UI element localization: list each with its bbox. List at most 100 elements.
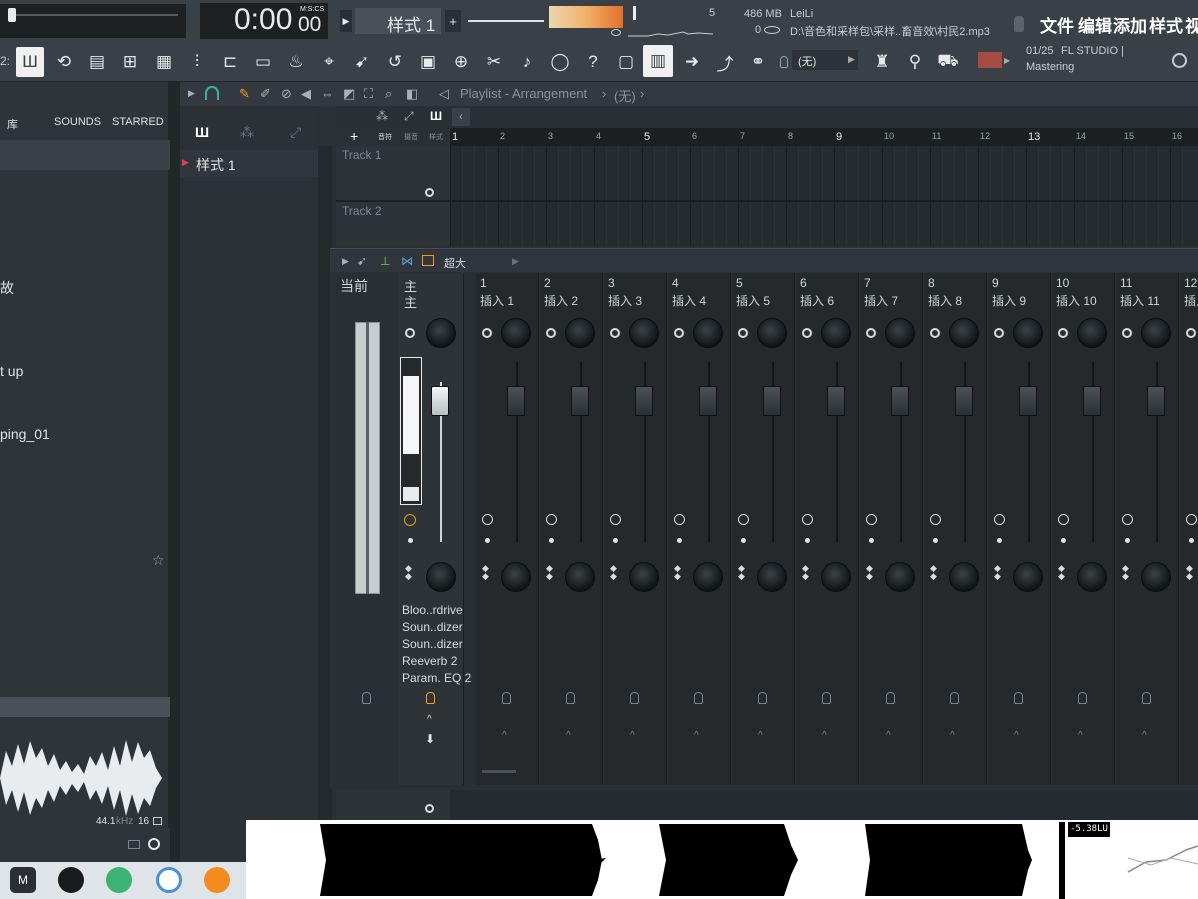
insert-stereo-icon[interactable]: ◆ ◆ (1122, 564, 1129, 581)
insert-clock-icon[interactable] (610, 514, 621, 525)
microphone-icon[interactable]: ♪ (513, 47, 541, 77)
insert-volume-fader[interactable] (1019, 386, 1037, 416)
add-track-button[interactable]: + (350, 128, 358, 144)
insert-pan-knob[interactable] (821, 318, 851, 348)
insert-stereo-knob[interactable] (1077, 562, 1107, 592)
insert-dot[interactable] (1125, 538, 1130, 543)
keyboard-icon[interactable]: ▥ (643, 45, 673, 77)
insert-pan-knob[interactable] (1077, 318, 1107, 348)
browser-splitter[interactable] (168, 82, 180, 862)
insert-pan-knob[interactable] (693, 318, 723, 348)
volume-knob[interactable] (8, 8, 16, 22)
wechat-icon[interactable] (106, 867, 132, 893)
insert-clock-icon[interactable] (1186, 514, 1197, 525)
insert-dot[interactable] (933, 538, 938, 543)
insert-stereo-icon[interactable]: ◆ ◆ (482, 564, 489, 581)
fl-studio-taskbar-icon[interactable] (204, 867, 230, 893)
insert-volume-fader[interactable] (1083, 386, 1101, 416)
menu-edit[interactable]: 编辑 (1078, 12, 1112, 37)
insert-stereo-knob[interactable] (1013, 562, 1043, 592)
insert-stereo-knob[interactable] (501, 562, 531, 592)
audio-app-icon[interactable]: M (10, 867, 36, 893)
browser-highlight-row[interactable] (0, 140, 170, 170)
insert-volume-fader[interactable] (955, 386, 973, 416)
mixer-layout-icon[interactable] (422, 255, 434, 266)
select-icon[interactable]: ⛶ (364, 86, 373, 102)
mute-icon[interactable]: ◀ (301, 86, 311, 102)
insert-strip[interactable] (796, 273, 859, 785)
track-2-label[interactable]: Track 2 (342, 204, 382, 218)
insert-route-icon[interactable]: ^ (694, 730, 699, 741)
insert-stereo-icon[interactable]: ◆ ◆ (610, 564, 617, 581)
insert-enable-led[interactable] (994, 328, 1004, 338)
browser-item[interactable]: t up (0, 363, 23, 379)
insert-dot[interactable] (613, 538, 618, 543)
insert-volume-fader[interactable] (571, 386, 589, 416)
insert-record-icon[interactable] (1142, 692, 1151, 704)
insert-clock-icon[interactable] (674, 514, 685, 525)
insert-strip[interactable] (988, 273, 1051, 785)
pencil-icon[interactable]: ✎ (239, 86, 250, 102)
insert-stereo-icon[interactable]: ◆ ◆ (674, 564, 681, 581)
insert-enable-led[interactable] (546, 328, 556, 338)
save-button[interactable]: ▣ (414, 47, 442, 77)
insert-stereo-knob[interactable] (821, 562, 851, 592)
playback-icon[interactable]: ◧ (406, 86, 418, 102)
master-stereo-knob[interactable] (426, 562, 456, 592)
audio-tool-icon[interactable]: ⁂ (376, 109, 388, 123)
insert-dot[interactable] (485, 538, 490, 543)
insert-record-icon[interactable] (694, 692, 703, 704)
insert-record-icon[interactable] (1078, 692, 1087, 704)
globe-icon[interactable] (1172, 53, 1187, 68)
insert-clock-icon[interactable] (1058, 514, 1069, 525)
insert-enable-led[interactable] (738, 328, 748, 338)
automation-clip-icon[interactable]: ⤢ (290, 124, 301, 141)
star-icon[interactable]: ☆ (152, 552, 165, 569)
insert-clock-icon[interactable] (1122, 514, 1133, 525)
fx-slot-5[interactable]: Param. EQ 2 (402, 671, 471, 685)
magnet-icon[interactable] (780, 56, 788, 68)
insert-record-icon[interactable] (822, 692, 831, 704)
insert-enable-led[interactable] (802, 328, 812, 338)
undo-button[interactable]: ↺ (381, 47, 409, 77)
insert-route-icon[interactable]: ^ (758, 730, 763, 741)
insert-stereo-knob[interactable] (629, 562, 659, 592)
insert-dot[interactable] (805, 538, 810, 543)
insert-stereo-knob[interactable] (565, 562, 595, 592)
piano-roll-button[interactable]: Ш (16, 47, 44, 77)
insert-route-icon[interactable]: ^ (1014, 730, 1019, 741)
insert-pan-knob[interactable] (949, 318, 979, 348)
playlist-button[interactable]: ▭ (249, 47, 277, 77)
browser-tab-starred[interactable]: STARRED (112, 116, 164, 128)
insert-enable-led[interactable] (482, 328, 492, 338)
master-fader[interactable] (431, 386, 449, 416)
insert-strip[interactable] (1180, 273, 1198, 785)
window-icon[interactable]: ▢ (612, 47, 640, 77)
insert-pan-knob[interactable] (757, 318, 787, 348)
insert-pan-knob[interactable] (565, 318, 595, 348)
fx-slot-1[interactable]: Bloo..rdrive (402, 603, 463, 617)
fx-slot-3[interactable]: Soun..dizer (402, 637, 463, 651)
insert-strip[interactable] (732, 273, 795, 785)
mixer-menu-arrow-icon[interactable]: ▶ (342, 256, 349, 267)
insert-strip[interactable] (860, 273, 923, 785)
insert-strip[interactable] (476, 273, 539, 785)
insert-clock-icon[interactable] (866, 514, 877, 525)
insert-route-icon[interactable]: ^ (1142, 730, 1147, 741)
insert-enable-led[interactable] (610, 328, 620, 338)
insert-strip[interactable] (540, 273, 603, 785)
insert-stereo-icon[interactable]: ◆ ◆ (1186, 564, 1193, 581)
insert-enable-led[interactable] (1058, 328, 1068, 338)
insert-enable-led[interactable] (930, 328, 940, 338)
insert-pan-knob[interactable] (501, 318, 531, 348)
insert-dot[interactable] (549, 538, 554, 543)
magnet-snap-icon[interactable] (205, 86, 219, 100)
insert-stereo-icon[interactable]: ◆ ◆ (1058, 564, 1065, 581)
arrow-right-icon[interactable]: ➜ (678, 47, 706, 77)
insert-volume-fader[interactable] (635, 386, 653, 416)
master-dot[interactable] (408, 538, 413, 543)
insert-volume-fader[interactable] (1147, 386, 1165, 416)
insert-strip[interactable] (924, 273, 987, 785)
browser-button[interactable]: ⌖ (315, 47, 343, 77)
fx-slot-4[interactable]: Reeverb 2 (402, 654, 457, 668)
